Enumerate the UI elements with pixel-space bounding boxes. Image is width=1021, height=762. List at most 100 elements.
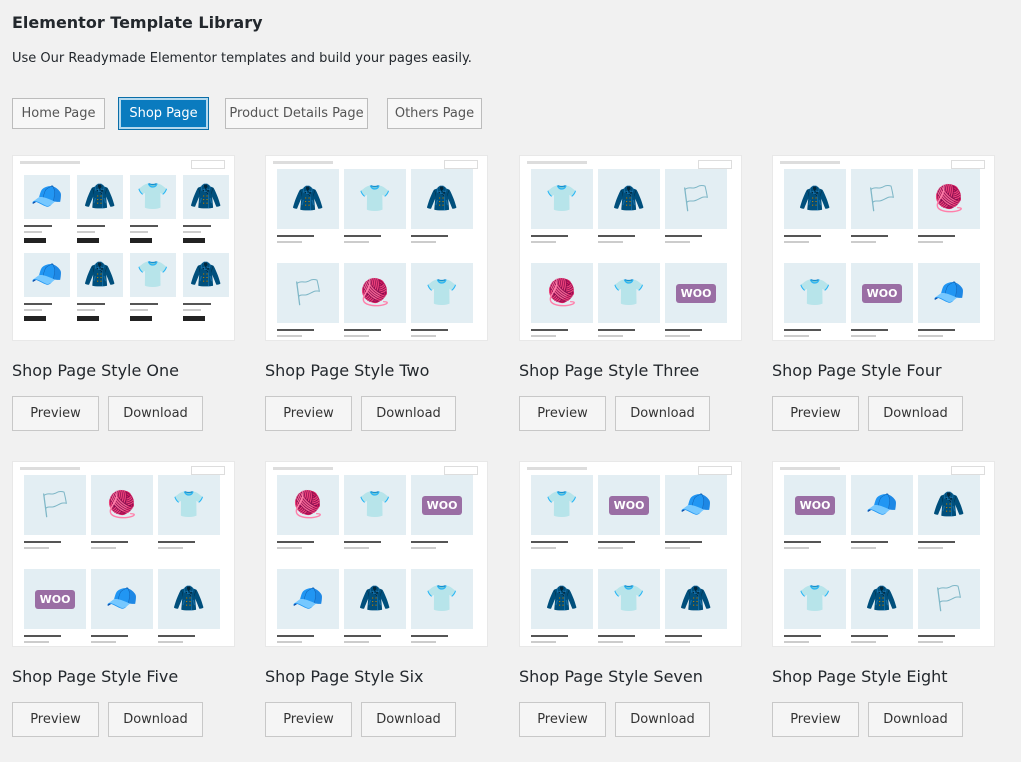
- template-thumbnail[interactable]: 🧶 👕 WOO 🧢 🧥 👕: [265, 461, 488, 647]
- tab-others-page[interactable]: Others Page: [387, 98, 482, 129]
- thumbnail-product-image: 👕: [411, 569, 473, 629]
- template-thumbnail[interactable]: 🏳 🧶 👕 WOO 🧢 🧥: [12, 461, 235, 647]
- template-thumbnail[interactable]: 🧢 🧥 👕 🧥 🧢 🧥 👕 🧥: [12, 155, 235, 341]
- preview-button[interactable]: Preview: [265, 396, 352, 431]
- thumbnail-product-image: 🏳: [665, 169, 727, 229]
- template-card: 🏳 🧶 👕 WOO 🧢 🧥 Shop Page Style Five Preview Downl…: [12, 461, 236, 737]
- thumbnail-product-name: [130, 303, 158, 305]
- thumbnail-product-image: 🧢: [24, 175, 70, 219]
- thumbnail-product-image: 🧶: [91, 475, 153, 535]
- product-icon: 🏳: [38, 490, 72, 520]
- template-card: 🧢 🧥 👕 🧥 🧢 🧥 👕 🧥 Shop Page Style One Preview Downlo…: [12, 155, 236, 431]
- product-icon: 🏳: [291, 278, 325, 308]
- download-button[interactable]: Download: [108, 396, 203, 431]
- template-card: 🧶 👕 WOO 🧢 🧥 👕 Shop Page Style Six Preview Downlo…: [265, 461, 489, 737]
- product-icon: 🧶: [105, 490, 139, 520]
- product-icon: 🧶: [291, 490, 325, 520]
- thumbnail-product-image: 🧶: [918, 169, 980, 229]
- template-title: Shop Page Style Three: [519, 361, 700, 380]
- thumbnail-product-name: [277, 329, 315, 331]
- thumbnail-product-image: 👕: [598, 263, 660, 323]
- thumbnail-product-price: [411, 241, 436, 243]
- thumbnail-product-price: [851, 241, 876, 243]
- thumbnail-results-bar: [527, 161, 587, 164]
- download-button[interactable]: Download: [868, 702, 963, 737]
- thumbnail-product-image: 👕: [411, 263, 473, 323]
- thumbnail-product-image: 👕: [784, 569, 846, 629]
- template-library-page: Elementor Template Library Use Our Ready…: [0, 0, 1021, 762]
- thumbnail-product-name: [918, 541, 956, 543]
- template-thumbnail[interactable]: 👕 🧥 🏳 🧶 👕 WOO: [519, 155, 742, 341]
- download-button[interactable]: Download: [615, 396, 710, 431]
- download-button[interactable]: Download: [615, 702, 710, 737]
- product-icon: 🧥: [291, 184, 325, 214]
- thumbnail-product-price: [77, 231, 96, 233]
- thumbnail-product-price: [158, 641, 183, 643]
- preview-button[interactable]: Preview: [265, 702, 352, 737]
- thumbnail-product-name: [851, 635, 889, 637]
- thumbnail-add-to-cart: [77, 238, 99, 243]
- thumbnail-product-image: WOO: [665, 263, 727, 323]
- thumbnail-results-bar: [20, 467, 80, 470]
- preview-button[interactable]: Preview: [772, 702, 859, 737]
- thumbnail-product-price: [665, 641, 690, 643]
- product-icon: 🧥: [679, 584, 713, 614]
- preview-button[interactable]: Preview: [12, 702, 99, 737]
- thumbnail-product-price: [24, 231, 43, 233]
- thumbnail-product-image: 🧥: [344, 569, 406, 629]
- download-button[interactable]: Download: [361, 396, 456, 431]
- product-icon: 🧥: [798, 184, 832, 214]
- preview-button[interactable]: Preview: [12, 396, 99, 431]
- preview-button[interactable]: Preview: [519, 396, 606, 431]
- thumbnail-product-price: [665, 335, 690, 337]
- download-button[interactable]: Download: [868, 396, 963, 431]
- thumbnail-product-image: 👕: [784, 263, 846, 323]
- product-icon: 🧢: [679, 490, 713, 520]
- template-title: Shop Page Style Four: [772, 361, 942, 380]
- thumbnail-product-price: [24, 309, 43, 311]
- thumbnail-product-name: [531, 235, 569, 237]
- preview-button[interactable]: Preview: [519, 702, 606, 737]
- thumbnail-product-name: [411, 235, 449, 237]
- thumbnail-product-image: 🧥: [158, 569, 220, 629]
- thumbnail-sort-select: [444, 466, 478, 475]
- product-icon: 👕: [545, 184, 579, 214]
- product-icon: 🧢: [291, 584, 325, 614]
- thumbnail-product-price: [411, 547, 436, 549]
- thumbnail-product-name: [77, 225, 105, 227]
- thumbnail-product-price: [183, 231, 202, 233]
- thumbnail-product-name: [277, 235, 315, 237]
- thumbnail-product-price: [784, 547, 809, 549]
- thumbnail-product-name: [411, 635, 449, 637]
- tab-shop-page[interactable]: Shop Page: [118, 97, 209, 130]
- thumbnail-add-to-cart: [24, 238, 46, 243]
- thumbnail-sort-select: [698, 466, 732, 475]
- thumbnail-product-price: [784, 335, 809, 337]
- product-icon: 🧥: [425, 184, 459, 214]
- template-thumbnail[interactable]: 👕 WOO 🧢 🧥 👕 🧥: [519, 461, 742, 647]
- thumbnail-product-image: 🧥: [598, 169, 660, 229]
- thumbnail-product-price: [531, 641, 556, 643]
- thumbnail-results-bar: [780, 467, 840, 470]
- product-icon: WOO: [411, 475, 473, 535]
- thumbnail-product-price: [411, 335, 436, 337]
- template-thumbnail[interactable]: 🧥 👕 🧥 🏳 🧶 👕: [265, 155, 488, 341]
- thumbnail-product-image: 🧥: [411, 169, 473, 229]
- product-icon: 🏳: [679, 184, 713, 214]
- thumbnail-product-name: [24, 225, 52, 227]
- template-card: 🧥 👕 🧥 🏳 🧶 👕 Shop Page Style Two Preview Download: [265, 155, 489, 431]
- thumbnail-product-name: [158, 635, 196, 637]
- download-button[interactable]: Download: [108, 702, 203, 737]
- thumbnail-product-price: [918, 241, 943, 243]
- template-thumbnail[interactable]: WOO 🧢 🧥 👕 🧥 🏳: [772, 461, 995, 647]
- thumbnail-product-name: [598, 541, 636, 543]
- thumbnail-product-image: 🧢: [851, 475, 913, 535]
- preview-button[interactable]: Preview: [772, 396, 859, 431]
- thumbnail-product-image: WOO: [598, 475, 660, 535]
- template-thumbnail[interactable]: 🧥 🏳 🧶 👕 WOO 🧢: [772, 155, 995, 341]
- download-button[interactable]: Download: [361, 702, 456, 737]
- tab-home-page[interactable]: Home Page: [12, 98, 105, 129]
- thumbnail-product-price: [918, 335, 943, 337]
- thumbnail-product-price: [183, 309, 202, 311]
- tab-product-details-page[interactable]: Product Details Page: [225, 98, 368, 129]
